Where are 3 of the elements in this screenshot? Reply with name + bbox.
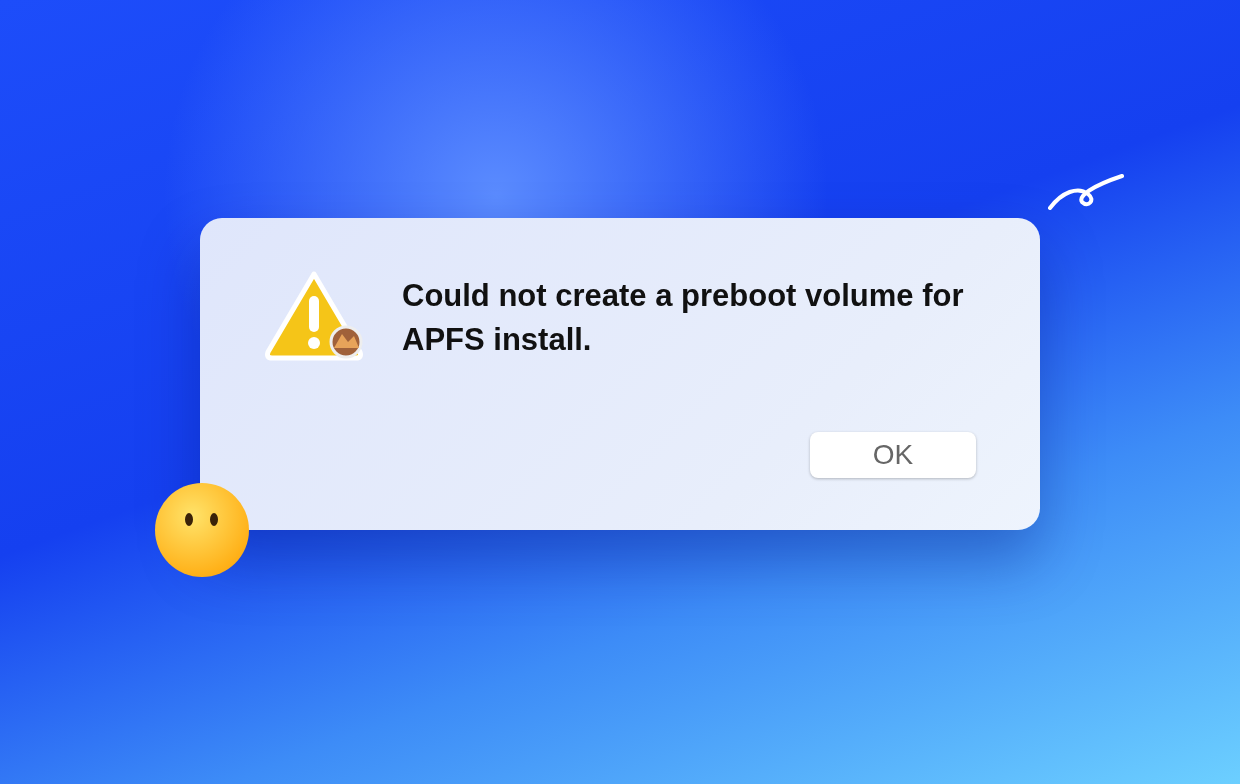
warning-icon [264,270,364,362]
alert-message: Could not create a preboot volume for APFS install. [402,277,965,359]
ok-button[interactable]: OK [810,432,976,478]
